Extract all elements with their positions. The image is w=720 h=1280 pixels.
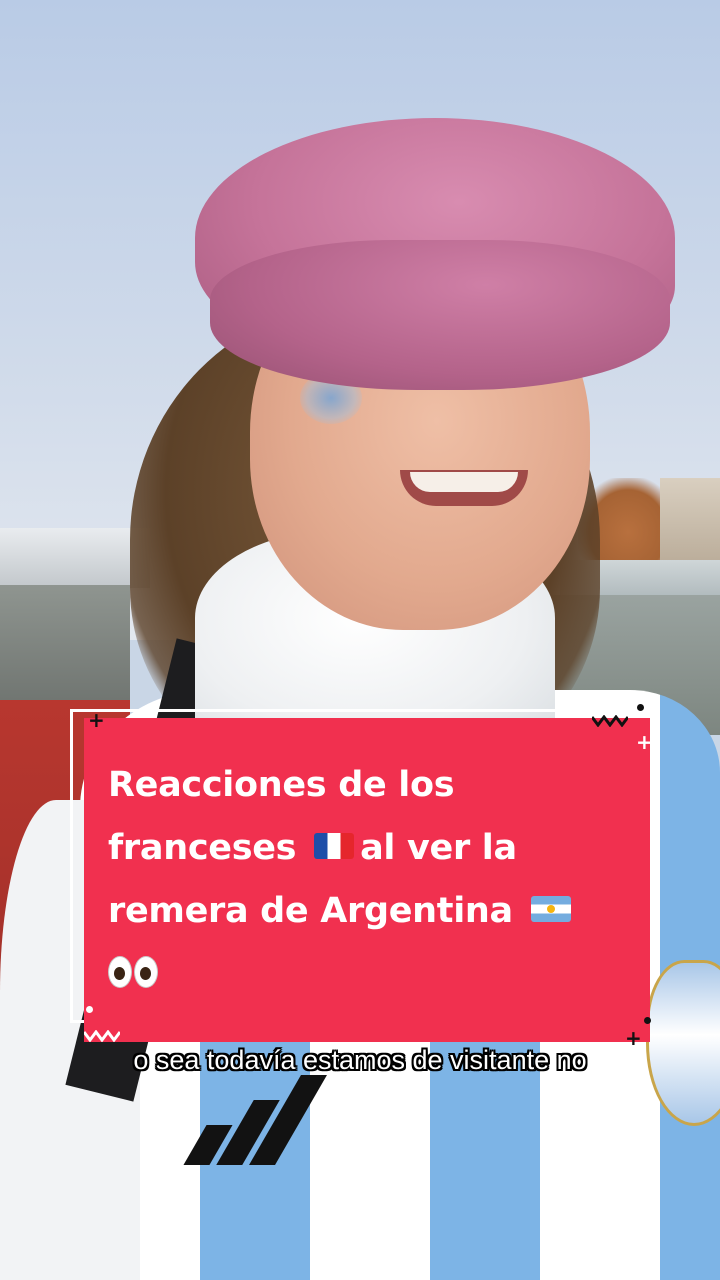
- riverside-building: [660, 478, 720, 568]
- river-quay-left: [0, 585, 130, 715]
- argentina-flag-icon: [530, 896, 571, 922]
- dot-deco: [86, 1006, 93, 1013]
- caption-card: Reacciones de los franceses al ver la re…: [84, 718, 650, 1042]
- video-frame: [0, 0, 720, 1280]
- caption-line-2a: franceses: [108, 828, 297, 868]
- caption-title: Reacciones de los franceses al ver la re…: [108, 754, 624, 1006]
- zigzag-deco-icon: [592, 715, 628, 727]
- bridge: [0, 528, 150, 588]
- zigzag-deco-icon: [84, 1030, 120, 1042]
- cap-brim: [210, 240, 670, 390]
- three-stripes-logo: [183, 1075, 335, 1165]
- eyes-icon: [108, 956, 158, 988]
- caption-line-2b: al ver la: [360, 828, 517, 868]
- dot-deco: [644, 1017, 651, 1024]
- plus-deco-icon: +: [88, 708, 105, 732]
- plus-deco-icon: +: [636, 730, 653, 754]
- video-subtitle: o sea todavía estamos de visitante no: [133, 1045, 587, 1075]
- caption-line-3: remera de Argentina: [108, 891, 513, 931]
- france-flag-icon: [314, 833, 355, 859]
- dot-deco: [637, 704, 644, 711]
- caption-line-1: Reacciones de los: [108, 765, 455, 805]
- teeth: [410, 472, 518, 492]
